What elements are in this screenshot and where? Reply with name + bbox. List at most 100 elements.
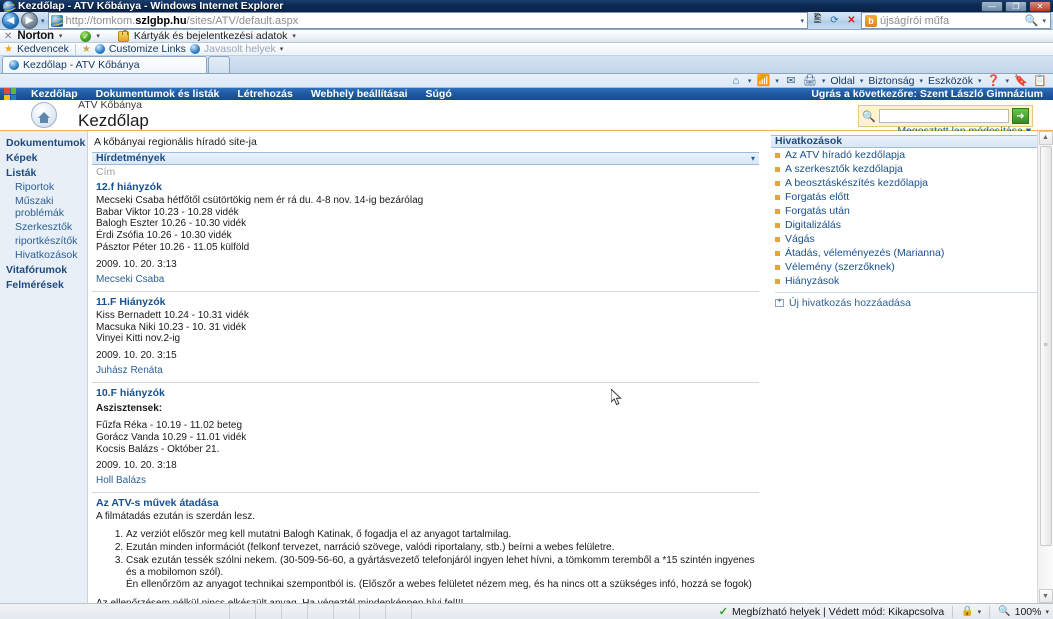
list-item[interactable]: Forgatás előtt: [771, 190, 1049, 204]
announcement-author[interactable]: Mecseki Csaba: [96, 270, 759, 288]
forward-button[interactable]: ▶: [21, 12, 38, 29]
announcements-webpart-menu-icon[interactable]: ▾: [751, 154, 755, 163]
print-caret[interactable]: ▾: [822, 77, 826, 85]
addon-icon[interactable]: 🔖: [1014, 74, 1028, 87]
sidebar-item-felmeresek[interactable]: Felmérések: [6, 277, 87, 292]
site-search-input[interactable]: [879, 109, 1009, 123]
goto-site-link[interactable]: Ugrás a következőre: Szent László Gimnáz…: [811, 88, 1053, 100]
home-icon[interactable]: ⌂: [729, 74, 743, 87]
customize-links-link[interactable]: Customize Links: [109, 43, 186, 55]
page-scrollbar[interactable]: ▲ ≡ ▼: [1037, 130, 1053, 603]
home-caret[interactable]: ▾: [748, 77, 752, 85]
sidebar-item-muszaki-problemak[interactable]: Műszaki problémák: [6, 194, 87, 220]
feeds-icon[interactable]: 📶: [756, 74, 770, 87]
list-item[interactable]: Digitalizálás: [771, 218, 1049, 232]
home-badge-icon[interactable]: [31, 101, 57, 128]
addon2-icon[interactable]: 📋: [1033, 74, 1047, 87]
add-new-link-button[interactable]: Új hivatkozás hozzáadása: [771, 297, 1049, 309]
bullet-icon: [775, 152, 780, 158]
nav-item-help[interactable]: Súgó: [417, 88, 461, 100]
scrollbar-thumb[interactable]: ≡: [1039, 145, 1052, 546]
cmd-security-caret[interactable]: ▾: [920, 77, 924, 85]
compatibility-view-icon[interactable]: 🖺: [810, 13, 825, 28]
recent-pages-caret[interactable]: ▾: [40, 17, 46, 25]
zoom-icon[interactable]: 🔍: [998, 606, 1010, 617]
zoom-level[interactable]: 100%: [1015, 606, 1042, 618]
announcement-title[interactable]: Az ATV-s művek átadása: [96, 497, 759, 511]
maximize-button[interactable]: ❐: [1005, 1, 1027, 12]
scroll-down-button[interactable]: ▼: [1038, 589, 1053, 603]
feeds-caret[interactable]: ▾: [775, 77, 779, 85]
search-provider-caret[interactable]: ▾: [1041, 17, 1047, 25]
list-item[interactable]: Az ATV híradó kezdőlapja: [771, 148, 1049, 162]
sidebar-item-vitaforumok[interactable]: Vitafórumok: [6, 262, 87, 277]
scroll-up-button[interactable]: ▲: [1038, 130, 1053, 145]
sidebar-item-kepek[interactable]: Képek: [6, 150, 87, 165]
new-tab-button[interactable]: [208, 56, 230, 73]
list-item[interactable]: A szerkesztők kezdőlapja: [771, 162, 1049, 176]
announcements-column-header: Cím: [96, 165, 116, 178]
suggested-sites-link[interactable]: Javasolt helyek: [204, 43, 276, 55]
minimize-button[interactable]: —: [981, 1, 1003, 12]
list-item[interactable]: Átadás, véleményezés (Marianna): [771, 246, 1049, 260]
link-label: Az ATV híradó kezdőlapja: [785, 148, 906, 161]
nav-item-create[interactable]: Létrehozás: [228, 88, 301, 100]
announcement-title[interactable]: 10.F hiányzók: [96, 387, 759, 401]
norton-status-caret[interactable]: ▾: [96, 32, 100, 40]
read-mail-icon[interactable]: ✉: [784, 74, 798, 87]
help-icon[interactable]: ❓: [986, 74, 1001, 87]
sidebar-item-hivatkozasok[interactable]: Hivatkozások: [6, 248, 87, 262]
cmd-page-caret[interactable]: ▾: [860, 77, 864, 85]
close-button[interactable]: ✕: [1029, 1, 1051, 12]
url-input[interactable]: http://tomkom.szlgbp.hu/sites/ATV/defaul…: [47, 12, 808, 29]
norton-cards-caret[interactable]: ▾: [292, 32, 296, 40]
tab-kezdolap[interactable]: Kezdőlap - ATV Kőbánya: [2, 56, 207, 73]
sidebar-item-szerkesztok[interactable]: Szerkesztők: [6, 220, 87, 234]
favorites-star-icon[interactable]: ★: [4, 44, 13, 55]
help-caret[interactable]: ▾: [1005, 77, 1009, 85]
list-item[interactable]: A beosztáskészítés kezdőlapja: [771, 176, 1049, 190]
list-item[interactable]: Vélemény (szerzőknek): [771, 260, 1049, 274]
suggested-sites-caret[interactable]: ▾: [280, 45, 284, 53]
cmd-tools-label[interactable]: Eszközök: [928, 75, 973, 87]
add-to-favorites-icon[interactable]: ★: [82, 44, 91, 55]
zoom-caret[interactable]: ▾: [1045, 608, 1049, 616]
refresh-icon[interactable]: ⟳: [827, 13, 842, 28]
sidebar-item-riportok[interactable]: Riportok: [6, 180, 87, 194]
stop-icon[interactable]: ✕: [844, 13, 859, 28]
announcement-line: Kiss Bernadett 10.24 - 10.31 vidék: [96, 309, 249, 321]
list-item[interactable]: Vágás: [771, 232, 1049, 246]
site-search-go-button[interactable]: ➜: [1012, 108, 1029, 124]
list-item[interactable]: Hiányzások: [771, 274, 1049, 288]
norton-cards-label[interactable]: Kártyák és bejelentkezési adatok: [134, 30, 288, 42]
cmd-tools-caret[interactable]: ▾: [978, 77, 982, 85]
address-bar: ◀ ▶ ▾ http://tomkom.szlgbp.hu/sites/ATV/…: [0, 12, 1053, 30]
bullet-icon: [775, 250, 780, 256]
announcement-body: Fűzfa Réka - 10.19 - 11.02 beteg Gorácz …: [96, 420, 759, 455]
announcement-author[interactable]: Holl Balázs: [96, 471, 759, 489]
nav-item-site-settings[interactable]: Webhely beállításai: [302, 88, 417, 100]
privacy-caret[interactable]: ▾: [978, 608, 982, 616]
favorites-label[interactable]: Kedvencek: [17, 43, 69, 55]
bullet-icon: [775, 236, 780, 242]
announcement-subhead: Aszisztensek:: [96, 403, 163, 415]
back-button[interactable]: ◀: [2, 12, 19, 29]
cmd-page-label[interactable]: Oldal: [830, 75, 855, 87]
search-icon[interactable]: 🔍: [1025, 14, 1039, 27]
privacy-icon[interactable]: 🔒: [961, 606, 973, 617]
norton-close-icon[interactable]: ✕: [4, 31, 12, 42]
announcement-line: Fűzfa Réka - 10.19 - 11.02 beteg: [96, 420, 243, 432]
cmd-security-label[interactable]: Biztonság: [868, 75, 914, 87]
announcement-author[interactable]: Juhász Renáta: [96, 361, 759, 379]
sidebar-item-riportkeszitok[interactable]: riportkészítők: [6, 234, 87, 248]
url-dropdown-caret[interactable]: ▾: [799, 17, 805, 25]
sidebar-item-listak[interactable]: Listák: [6, 165, 87, 180]
list-item[interactable]: Forgatás után: [771, 204, 1049, 218]
print-icon[interactable]: 🖨: [803, 74, 817, 87]
nav-item-home[interactable]: Kezdőlap: [22, 88, 87, 100]
announcement-title[interactable]: 12.f hiányzók: [96, 181, 759, 195]
norton-menu-caret[interactable]: ▾: [59, 32, 63, 40]
announcement-title[interactable]: 11.F Hiányzók: [96, 296, 759, 310]
browser-search-box[interactable]: b újságírói műfa 🔍 ▾: [861, 12, 1051, 29]
sidebar-item-dokumentumok[interactable]: Dokumentumok: [6, 135, 87, 150]
